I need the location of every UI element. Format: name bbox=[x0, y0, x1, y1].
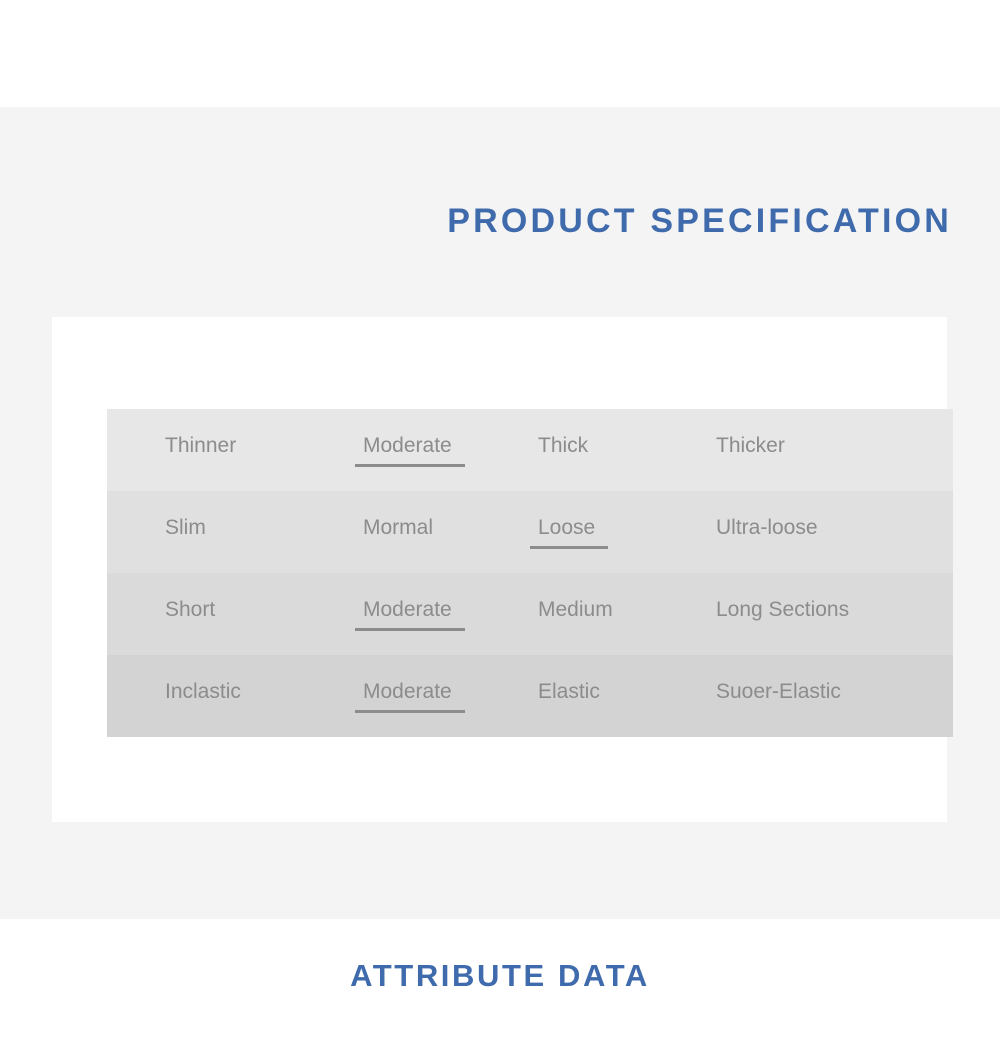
spec-option-label-selected[interactable]: Moderate bbox=[355, 434, 465, 467]
table-cell[interactable]: Loose bbox=[529, 491, 716, 573]
table-cell[interactable]: Thinner bbox=[107, 409, 363, 491]
spec-option-label[interactable]: Thinner bbox=[165, 434, 236, 467]
specification-table-body: Thinner Moderate Thick Thicker Slim Morm… bbox=[107, 409, 953, 737]
table-cell[interactable]: Thick bbox=[538, 409, 716, 491]
spec-option-label-selected[interactable]: Moderate bbox=[355, 680, 465, 713]
table-cell[interactable]: Inclastic bbox=[107, 655, 363, 737]
table-cell[interactable]: Long Sections bbox=[716, 573, 953, 655]
table-row: Slim Mormal Loose Ultra-loose bbox=[107, 491, 953, 573]
spec-option-label[interactable]: Ultra-loose bbox=[716, 516, 818, 549]
table-cell[interactable]: Thicker bbox=[716, 409, 953, 491]
spec-option-label[interactable]: Mormal bbox=[363, 516, 433, 549]
spec-option-label[interactable]: Thicker bbox=[716, 434, 785, 467]
spec-option-label-selected[interactable]: Loose bbox=[529, 516, 609, 549]
spec-option-label[interactable]: Elastic bbox=[538, 680, 600, 713]
specification-card: Thinner Moderate Thick Thicker Slim Morm… bbox=[52, 317, 953, 822]
spec-option-label[interactable]: Inclastic bbox=[165, 680, 241, 713]
page-title: PRODUCT SPECIFICATION bbox=[447, 202, 952, 240]
table-cell[interactable]: Medium bbox=[538, 573, 716, 655]
specification-table: Thinner Moderate Thick Thicker Slim Morm… bbox=[107, 409, 953, 737]
spec-option-label[interactable]: Short bbox=[165, 598, 215, 631]
spec-option-label[interactable]: Suoer-Elastic bbox=[716, 680, 841, 713]
table-row: Thinner Moderate Thick Thicker bbox=[107, 409, 953, 491]
table-cell[interactable]: Elastic bbox=[538, 655, 716, 737]
table-cell[interactable]: Ultra-loose bbox=[716, 491, 953, 573]
spec-option-label[interactable]: Medium bbox=[538, 598, 613, 631]
top-white-band bbox=[0, 0, 1000, 107]
table-cell[interactable]: Moderate bbox=[355, 655, 538, 737]
spec-option-label-selected[interactable]: Moderate bbox=[355, 598, 465, 631]
table-cell[interactable]: Moderate bbox=[355, 409, 538, 491]
table-cell[interactable]: Short bbox=[107, 573, 363, 655]
footer-section-title: ATTRIBUTE DATA bbox=[350, 958, 650, 993]
table-row: Short Moderate Medium Long Sections bbox=[107, 573, 953, 655]
product-specification-page: PRODUCT SPECIFICATION Thinner Moderate T… bbox=[0, 0, 1000, 1049]
table-cell[interactable]: Suoer-Elastic bbox=[716, 655, 953, 737]
table-row: Inclastic Moderate Elastic Suoer-Elastic bbox=[107, 655, 953, 737]
spec-option-label[interactable]: Thick bbox=[538, 434, 588, 467]
table-cell[interactable]: Slim bbox=[107, 491, 363, 573]
spec-option-label[interactable]: Slim bbox=[165, 516, 206, 549]
table-cell[interactable]: Moderate bbox=[355, 573, 538, 655]
spec-option-label[interactable]: Long Sections bbox=[716, 598, 849, 631]
table-cell[interactable]: Mormal bbox=[363, 491, 538, 573]
